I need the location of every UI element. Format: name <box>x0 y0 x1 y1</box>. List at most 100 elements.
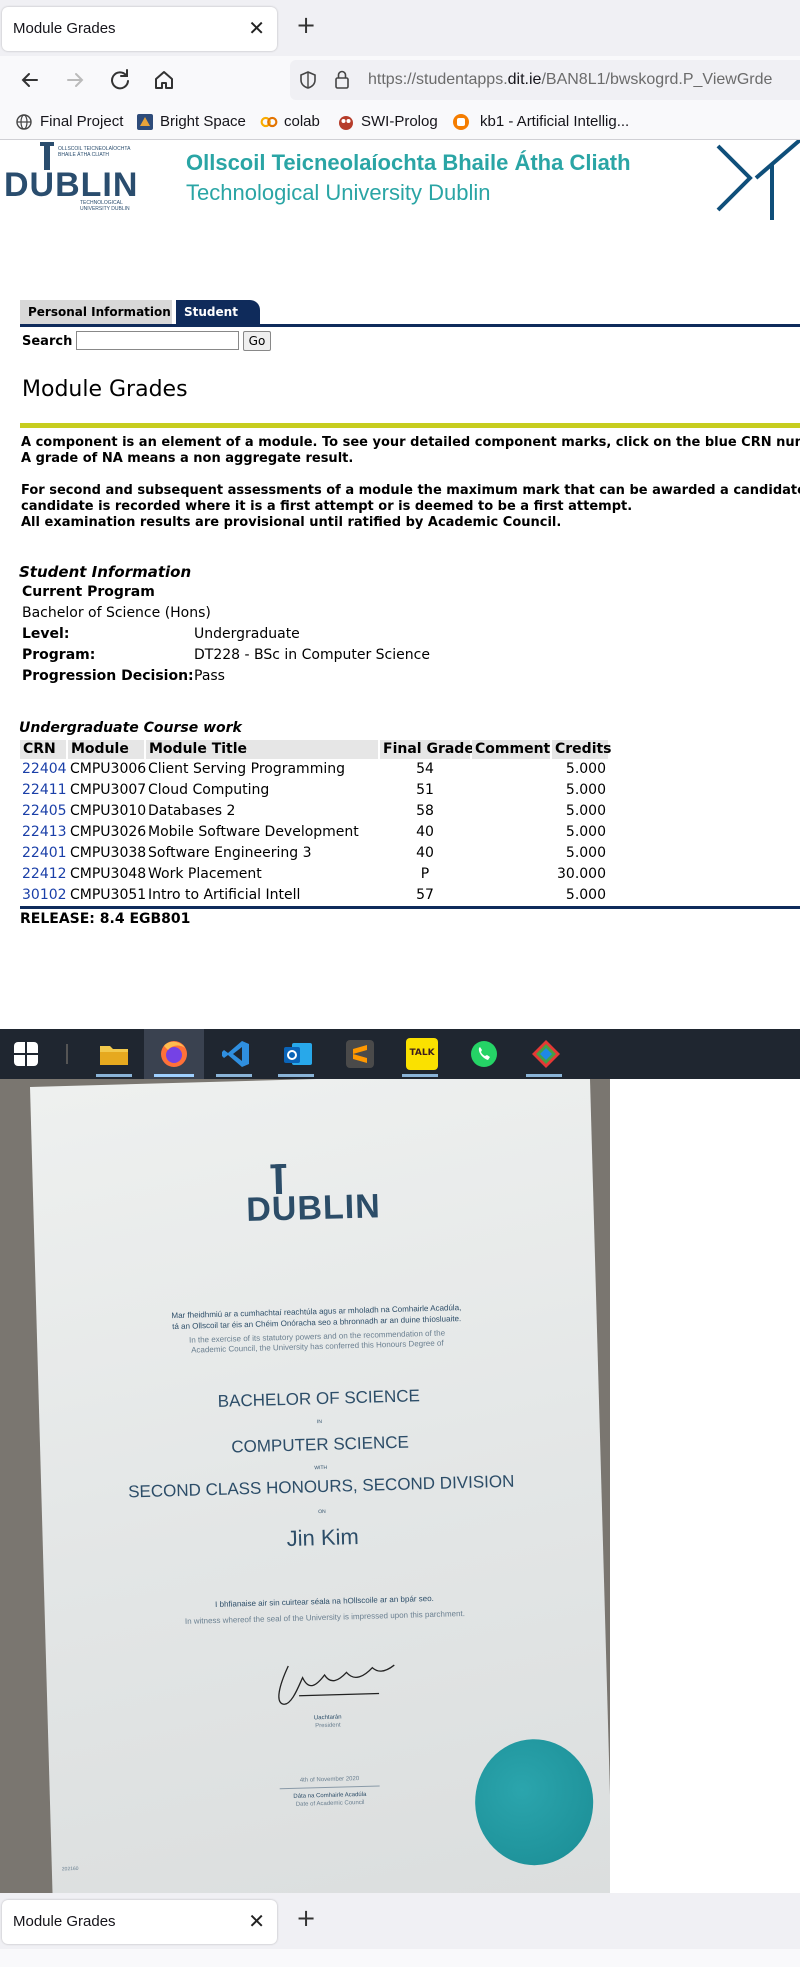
search-label: Search <box>22 334 73 349</box>
info-line: candidate is recorded where it is a firs… <box>21 499 633 514</box>
bookmark-kb1[interactable]: kb1 - Artificial Intellig... <box>480 113 629 130</box>
university-name-irish: Ollscoil Teicneolaíochta Bhaile Átha Cli… <box>186 150 631 175</box>
final-grade: 51 <box>416 782 434 798</box>
info-line: A grade of NA means a non aggregate resu… <box>21 451 354 466</box>
go-button[interactable]: Go <box>243 331 271 351</box>
module-code: CMPU3048 <box>70 866 147 882</box>
file-explorer-icon[interactable] <box>98 1038 130 1070</box>
firefox-icon[interactable] <box>158 1038 190 1070</box>
module-title: Work Placement <box>148 866 262 882</box>
running-indicator <box>216 1074 252 1077</box>
running-indicator <box>526 1074 562 1077</box>
vscode-icon[interactable] <box>220 1038 252 1070</box>
tab-personal-information[interactable]: Personal Information <box>20 300 172 326</box>
module-code: CMPU3026 <box>70 824 147 840</box>
comment <box>474 782 548 802</box>
sublime-text-icon[interactable] <box>344 1038 376 1070</box>
close-tab-icon[interactable]: ✕ <box>248 1909 265 1933</box>
comment <box>474 803 548 823</box>
module-code: CMPU3010 <box>70 803 147 819</box>
module-code: CMPU3007 <box>70 782 147 798</box>
running-indicator <box>402 1074 438 1077</box>
running-indicator <box>154 1074 194 1077</box>
url-prefix: https://studentapps. <box>368 71 508 88</box>
credits: 5.000 <box>565 761 606 777</box>
browser-tab[interactable]: Module Grades ✕ <box>2 1900 277 1944</box>
tab-title: Module Grades <box>13 20 116 37</box>
app-icon[interactable] <box>530 1038 562 1070</box>
crn-link[interactable]: 22412 <box>22 866 67 886</box>
certificate-degree: BACHELOR OF SCIENCE <box>217 1386 421 1411</box>
bookmark-final-project[interactable]: Final Project <box>40 113 123 130</box>
lock-icon[interactable] <box>332 69 352 91</box>
close-tab-icon[interactable]: ✕ <box>248 16 265 40</box>
chevron-graphic <box>716 140 800 220</box>
certificate-recipient-name: Jin Kim <box>286 1524 360 1552</box>
module-title: Mobile Software Development <box>148 824 359 840</box>
info-line: A component is an element of a module. T… <box>21 435 800 450</box>
comment <box>474 866 548 886</box>
outlook-icon[interactable] <box>282 1038 314 1070</box>
column-header-module: Module <box>68 740 144 759</box>
university-name-english: Technological University Dublin <box>186 180 491 205</box>
certificate-parchment: DUBLIN Mar fheidhmiú ar a cumhachtaí rea… <box>30 1079 610 1893</box>
tab-student[interactable]: Student <box>176 300 260 326</box>
crn-link[interactable]: 22404 <box>22 761 67 781</box>
level-label: Level: <box>22 626 70 642</box>
crn-link[interactable]: 22405 <box>22 803 67 823</box>
new-tab-icon[interactable]: + <box>296 1906 316 1930</box>
tab-title: Module Grades <box>13 1913 116 1930</box>
bookmarks-bar: Final Project Bright Space colab SWI-Pro… <box>0 104 800 140</box>
home-icon[interactable] <box>150 66 178 94</box>
column-header-crn: CRN <box>20 740 66 759</box>
credits: 5.000 <box>565 845 606 861</box>
running-indicator <box>278 1074 314 1077</box>
module-title: Cloud Computing <box>148 782 270 798</box>
logo-small-top: OLLSCOIL TEICNEOLAÍOCHTA BHAILE ÁTHA CLI… <box>58 146 131 158</box>
president-signature <box>278 1664 395 1705</box>
crn-link[interactable]: 22413 <box>22 824 67 844</box>
comment <box>474 761 548 781</box>
bookmark-bright-space[interactable]: Bright Space <box>160 113 246 130</box>
windows-start-icon[interactable] <box>14 1042 38 1066</box>
comment <box>474 887 548 907</box>
module-code: CMPU3038 <box>70 845 147 861</box>
final-grade: P <box>420 866 430 882</box>
taskbar-divider <box>66 1044 68 1064</box>
url-path: /BAN8L1/bwskogrd.P_ViewGrde <box>541 71 773 88</box>
logo-small-bottom: TECHNOLOGICAL UNIVERSITY DUBLIN <box>80 200 130 212</box>
whatsapp-icon[interactable] <box>468 1038 500 1070</box>
reload-icon[interactable] <box>106 66 134 94</box>
bookmark-swi-prolog[interactable]: SWI-Prolog <box>361 113 438 130</box>
progression-label: Progression Decision: <box>22 668 194 684</box>
bookmark-colab[interactable]: colab <box>284 113 320 130</box>
shield-icon[interactable] <box>298 70 318 90</box>
certificate-subject: COMPUTER SCIENCE <box>231 1432 410 1457</box>
browser-tabbar: Module Grades ✕ + <box>0 0 800 56</box>
credits: 5.000 <box>565 887 606 903</box>
program-value: DT228 - BSc in Computer Science <box>194 647 430 663</box>
kakaotalk-icon[interactable]: TALK <box>406 1038 438 1070</box>
new-tab-icon[interactable]: + <box>296 13 316 37</box>
page-title: Module Grades <box>22 377 188 402</box>
student-info-heading: Student Information <box>19 563 192 581</box>
crn-link[interactable]: 22411 <box>22 782 67 802</box>
current-program-label: Current Program <box>22 584 155 600</box>
url-text: https://studentapps.dit.ie/BAN8L1/bwskog… <box>368 71 772 89</box>
forward-icon[interactable] <box>61 66 89 94</box>
comment <box>474 845 548 865</box>
credits: 5.000 <box>565 824 606 840</box>
url-bar[interactable]: https://studentapps.dit.ie/BAN8L1/bwskog… <box>290 60 800 100</box>
credits: 30.000 <box>557 866 606 882</box>
search-input[interactable] <box>76 331 239 350</box>
crn-link[interactable]: 22401 <box>22 845 67 865</box>
back-icon[interactable] <box>16 66 44 94</box>
module-title: Client Serving Programming <box>148 761 345 777</box>
table-bottom-rule <box>20 906 800 909</box>
certificate-photo: DUBLIN Mar fheidhmiú ar a cumhachtaí rea… <box>0 1079 610 1893</box>
browser-tabbar-secondary: Module Grades ✕ + <box>0 1893 800 1949</box>
browser-tab[interactable]: Module Grades ✕ <box>2 7 277 51</box>
crn-link[interactable]: 30102 <box>22 887 67 907</box>
column-header-title: Module Title <box>146 740 378 759</box>
swi-prolog-icon <box>339 116 353 130</box>
